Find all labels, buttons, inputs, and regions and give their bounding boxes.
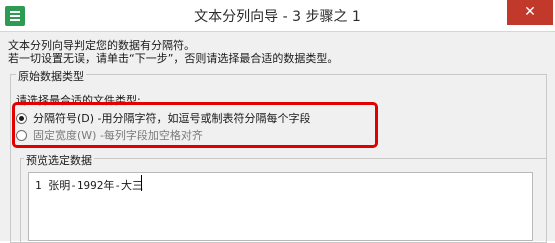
annotation-highlight-box (12, 102, 378, 148)
preview-row-text: 张明-1992年-大三 (48, 179, 143, 192)
original-data-type-caption: 原始数据类型 (16, 68, 86, 84)
preview-group-caption: 预览选定数据 (24, 152, 94, 168)
text-to-columns-wizard-dialog: 文本分列向导 - 3 步骤之 1 ✕ 文本分列向导判定您的数据有分隔符。 若一切… (0, 0, 555, 243)
close-button[interactable]: ✕ (507, 0, 553, 25)
dialog-title: 文本分列向导 - 3 步骤之 1 (194, 9, 361, 25)
description-line-2: 若一切设置无误，请单击“下一步”，否则请选择最合适的数据类型。 (8, 52, 339, 65)
preview-row-number: 1 (35, 179, 42, 192)
close-icon: ✕ (524, 4, 536, 20)
dialog-body: 文本分列向导判定您的数据有分隔符。 若一切设置无误，请单击“下一步”，否则请选择… (0, 32, 555, 243)
app-icon (5, 6, 25, 26)
preview-row-1: 1 张明-1992年-大三 (35, 177, 143, 193)
text-cursor (141, 175, 142, 191)
title-bar: 文本分列向导 - 3 步骤之 1 ✕ (0, 0, 555, 32)
preview-area[interactable]: 1 张明-1992年-大三 (28, 172, 533, 241)
